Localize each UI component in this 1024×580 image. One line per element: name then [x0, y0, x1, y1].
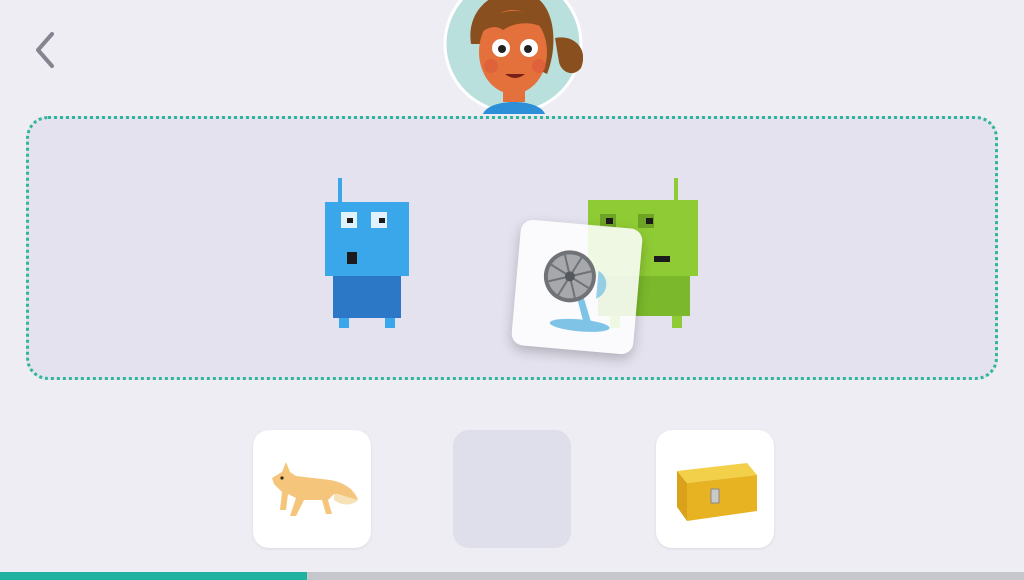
fox-icon [272, 462, 358, 516]
avatar [443, 0, 584, 114]
back-button[interactable] [22, 26, 66, 74]
choice-box[interactable] [656, 430, 774, 548]
electric-fan-icon [543, 250, 610, 332]
choice-fox[interactable] [253, 430, 371, 548]
chevron-left-icon [36, 32, 54, 68]
blue-robot [325, 178, 409, 328]
dragged-fan-card[interactable] [510, 218, 644, 356]
treasure-box-icon [677, 463, 757, 521]
drop-zone[interactable] [26, 116, 998, 380]
progress-fill [0, 572, 308, 580]
progress-bar [0, 572, 1024, 580]
empty-slot [453, 430, 571, 548]
girl-avatar-icon [443, 0, 584, 114]
